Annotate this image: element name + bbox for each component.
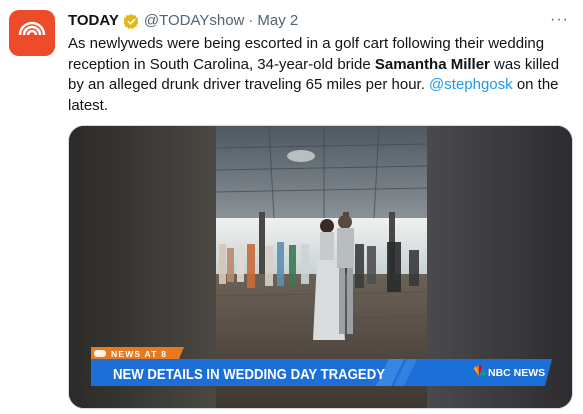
verified-badge-icon	[123, 13, 140, 30]
today-avatar[interactable]	[9, 10, 55, 56]
video-player[interactable]: NEWS AT 8 NEW DETAILS IN WEDDING DAY TRA…	[68, 125, 573, 409]
more-icon[interactable]: ···	[550, 10, 569, 30]
tweet-header: TODAY @TODAYshow · May 2	[68, 11, 298, 31]
account-name[interactable]: TODAY	[68, 11, 119, 31]
mention-link[interactable]: @stephgosk	[429, 76, 513, 93]
separator-dot: ·	[248, 12, 254, 29]
account-handle[interactable]: @TODAYshow	[144, 11, 245, 31]
banner-tag: NEWS AT 8	[111, 349, 167, 359]
network-label: NBC NEWS	[488, 367, 545, 379]
tweet[interactable]: TODAY @TODAYshow · May 2 ··· As newlywed…	[0, 0, 583, 414]
tweet-text: As newlyweds were being escorted in a go…	[68, 34, 573, 116]
today-logo-icon	[18, 21, 46, 36]
tweet-date[interactable]: May 2	[257, 11, 298, 31]
banner-headline: NEW DETAILS IN WEDDING DAY TRAGEDY	[113, 366, 385, 383]
bride-name: Samantha Miller	[374, 55, 490, 73]
